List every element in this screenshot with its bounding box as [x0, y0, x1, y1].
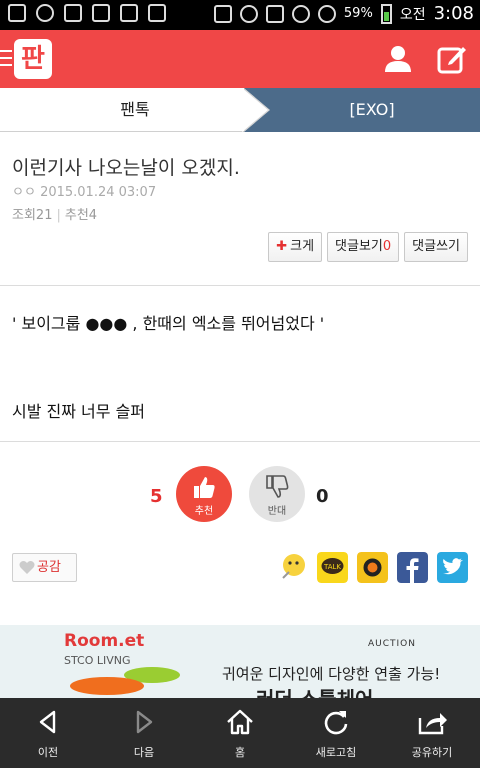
- back-button[interactable]: 이전: [0, 698, 96, 768]
- article-views: 조회21: [12, 208, 53, 223]
- ad-banner[interactable]: Room.et STCO LIVNG AUCTION 귀여운 디자인에 다양한 …: [0, 625, 480, 698]
- share-buttons: TALK: [277, 552, 468, 583]
- kakaotalk-share-icon[interactable]: TALK: [317, 552, 348, 583]
- refresh-button[interactable]: 새로고침: [288, 698, 384, 768]
- write-comment-button[interactable]: 댓글쓰기: [404, 232, 468, 262]
- refresh-icon: [324, 711, 348, 735]
- recycle-icon: [36, 4, 54, 22]
- article-stats: 조회21 | 추천4: [12, 208, 98, 223]
- ad-brand: Room.et: [64, 631, 145, 651]
- thumbs-down-icon: [266, 475, 289, 498]
- ad-stool-image: [70, 677, 144, 695]
- alarm-icon: [239, 4, 258, 23]
- svg-text:TALK: TALK: [323, 563, 341, 571]
- article-body-line: ' 보이그룹 ●●● , 한때의 엑소를 뛰어넘었다 ': [12, 314, 325, 333]
- wifi-icon: [291, 4, 310, 23]
- article-body-line: 시발 진짜 너무 슬퍼: [12, 402, 146, 421]
- clock-ampm: 오전: [399, 6, 426, 23]
- download-icon: [92, 4, 110, 22]
- image-icon: [120, 4, 138, 22]
- ad-copy: 귀여운 디자인에 다양한 연출 가능!: [222, 665, 441, 683]
- pann-logo[interactable]: 판: [14, 39, 52, 79]
- view-comments-button[interactable]: 댓글보기0: [327, 232, 400, 262]
- battery-percent: 59%: [343, 6, 373, 21]
- oppose-count: 0: [316, 486, 329, 507]
- plus-icon: ✚: [276, 239, 288, 254]
- browser-toolbar: 이전 다음 홈 새로고침 공유하기: [0, 698, 480, 768]
- enlarge-button[interactable]: ✚ 크게: [268, 232, 323, 262]
- board-tabs: 팬톡 [EXO]: [0, 88, 480, 132]
- thumbs-up-icon: [194, 477, 215, 498]
- article-actions: ✚ 크게 댓글보기0 댓글쓰기: [268, 232, 468, 262]
- heart-icon: [19, 561, 35, 574]
- write-icon[interactable]: [436, 43, 468, 75]
- facebook-share-icon[interactable]: [397, 552, 428, 583]
- mute-icon: [213, 4, 232, 23]
- article-author-date: ㅇㅇ 2015.01.24 03:07: [12, 181, 156, 200]
- nfc-icon: [265, 4, 284, 23]
- app-header: 판: [0, 30, 480, 88]
- twitter-share-icon[interactable]: [437, 552, 468, 583]
- back-arrow-icon: [39, 710, 56, 734]
- clock-time: 3:08: [433, 3, 474, 24]
- divider: [0, 285, 480, 286]
- article-recommends: 추천4: [64, 208, 98, 223]
- notification-icons: [8, 4, 166, 22]
- user-icon[interactable]: [382, 43, 414, 75]
- home-icon: [227, 709, 253, 735]
- recommend-button[interactable]: 추천: [176, 466, 232, 522]
- ad-product-name: 러더 스툴체어: [256, 683, 373, 698]
- auction-logo: AUCTION: [368, 639, 416, 649]
- system-icons: 59% 오전 3:08: [213, 3, 474, 24]
- ad-subtitle: STCO LIVNG: [64, 654, 131, 667]
- battery-icon: [380, 3, 392, 24]
- article-title: 이런기사 나오는날이 오겠지.: [12, 157, 240, 179]
- kakao-share-icon[interactable]: [357, 552, 388, 583]
- menu-icon[interactable]: [0, 50, 12, 71]
- add-notification-icon: [8, 4, 26, 22]
- home-button[interactable]: 홈: [192, 698, 288, 768]
- no-signal-icon: [317, 4, 336, 23]
- share-button[interactable]: 공유하기: [384, 698, 480, 768]
- comment-count: 0: [382, 239, 392, 254]
- share-icon: [418, 713, 447, 735]
- recommend-count: 5: [150, 486, 163, 507]
- download-complete-icon: [148, 4, 166, 22]
- article-author: ㅇㅇ: [12, 185, 36, 200]
- divider: [0, 441, 480, 442]
- article-date: 2015.01.24 03:07: [40, 185, 157, 200]
- forward-arrow-icon: [136, 710, 153, 734]
- tab-divider-inner: [242, 88, 268, 132]
- tab-fantalk[interactable]: 팬톡: [0, 88, 270, 132]
- status-bar: 59% 오전 3:08: [0, 0, 480, 30]
- kakaostory-share-icon[interactable]: [277, 552, 308, 583]
- oppose-button[interactable]: 반대: [249, 466, 305, 522]
- tab-exo[interactable]: [EXO]: [244, 88, 480, 132]
- sd-card-icon: [64, 4, 82, 22]
- empathy-button[interactable]: 공감: [12, 553, 77, 582]
- forward-button[interactable]: 다음: [96, 698, 192, 768]
